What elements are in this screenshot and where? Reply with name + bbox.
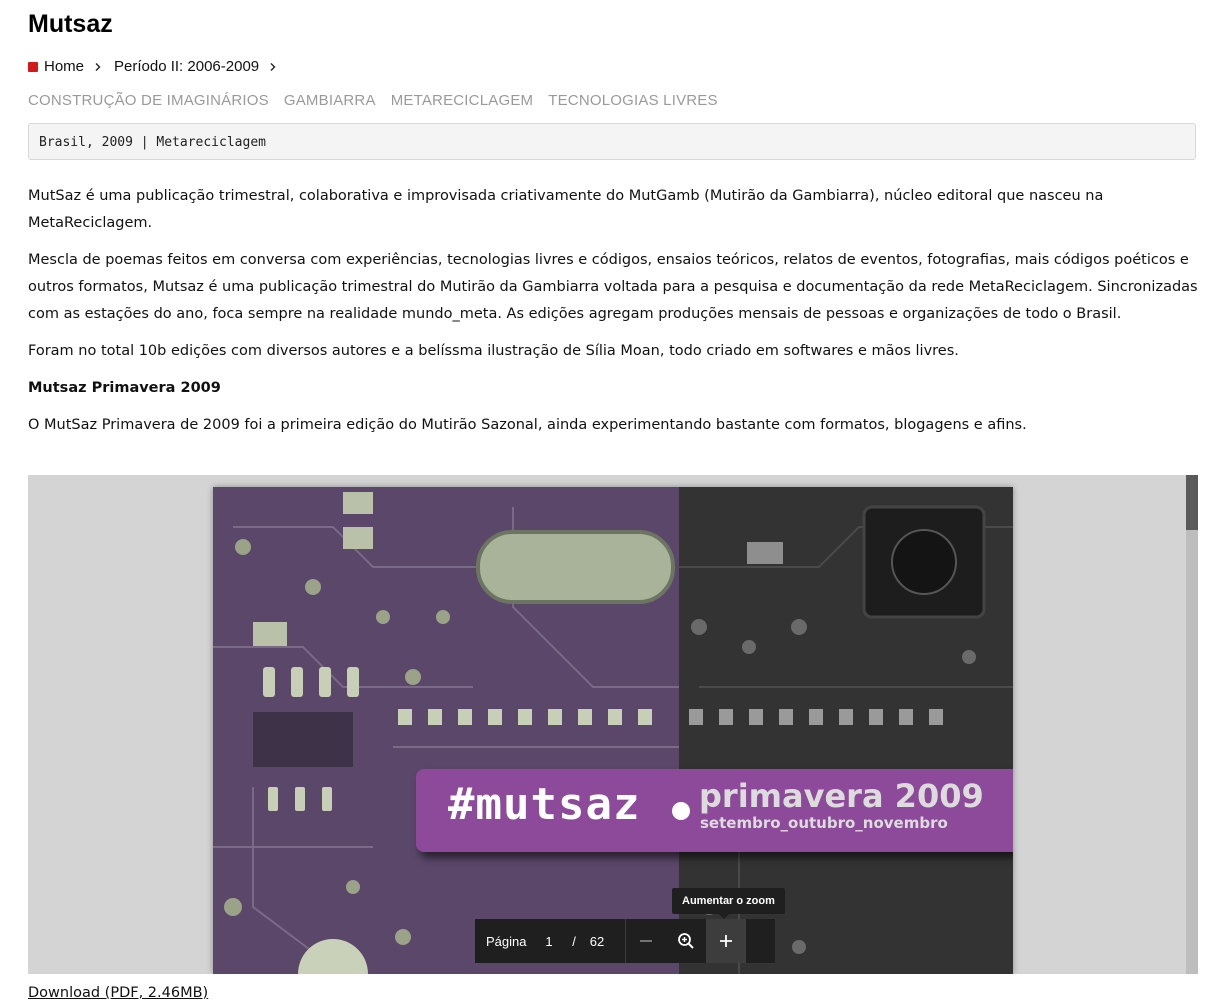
breadcrumb-home-link[interactable]: Home [44,58,84,75]
zoom-in-tooltip: Aumentar o zoom [672,888,785,919]
plus-icon [720,935,732,947]
pdf-toolbar: Página 1 / 62 [475,919,775,963]
page-title: Mutsaz [28,10,113,38]
breadcrumb-period-link[interactable]: Período II: 2006-2009 [114,58,259,75]
article-body: MutSaz é uma publicação trimestral, cola… [28,183,1198,449]
meta-code-box: Brasil, 2009 | Metareciclagem [28,123,1196,160]
cover-circuit-purple [213,487,679,974]
tag-gambiarra[interactable]: GAMBIARRA [284,92,376,109]
bullet-dot-icon [672,802,690,820]
cover-months: setembro_outubro_novembro [700,814,948,832]
zoom-fit-button[interactable] [666,919,706,963]
paragraph-intro: MutSaz é uma publicação trimestral, cola… [28,188,1104,231]
zoom-in-button[interactable] [706,919,746,963]
chevron-right-icon [269,62,277,71]
page-total: 62 [589,933,605,949]
tag-list: CONSTRUÇÃO DE IMAGINÁRIOS GAMBIARRA META… [28,92,718,109]
tag-tecnologias-livres[interactable]: TECNOLOGIAS LIVRES [548,92,717,109]
page-number-input[interactable]: 1 [534,934,564,949]
page-separator: / [572,933,576,949]
cover-season: primavera 2009 [699,777,984,815]
download-pdf-link[interactable]: Download (PDF, 2.46MB) [28,985,208,1001]
tag-metareciclagem[interactable]: METARECICLAGEM [391,92,534,109]
circuit-board-illustration [213,492,679,974]
tag-construcao-de-imaginarios[interactable]: CONSTRUÇÃO DE IMAGINÁRIOS [28,92,269,109]
cover-title-banner: #mutsaz primavera 2009 setembro_outubro_… [416,769,1013,852]
page-label: Página [486,933,527,949]
paragraph-editions: Foram no total 10b edições com diversos … [28,343,959,359]
chevron-right-icon [94,62,102,71]
pdf-page-cover: #mutsaz primavera 2009 setembro_outubro_… [213,487,1013,974]
section-heading: Mutsaz Primavera 2009 [28,380,221,396]
minus-icon [640,940,652,942]
viewer-scrollbar-thumb[interactable] [1186,475,1198,530]
paragraph-primavera: O MutSaz Primavera de 2009 foi a primeir… [28,417,1027,433]
cover-hashtag: #mutsaz [448,779,641,830]
breadcrumb: Home Período II: 2006-2009 [28,58,289,75]
pdf-viewer[interactable]: #mutsaz primavera 2009 setembro_outubro_… [28,475,1198,974]
home-marker-icon [28,61,38,72]
viewer-scrollbar-track[interactable] [1186,475,1198,974]
zoom-out-button[interactable] [626,919,666,963]
paragraph-description: Mescla de poemas feitos em conversa com … [28,252,1198,322]
magnifier-icon [678,933,694,949]
